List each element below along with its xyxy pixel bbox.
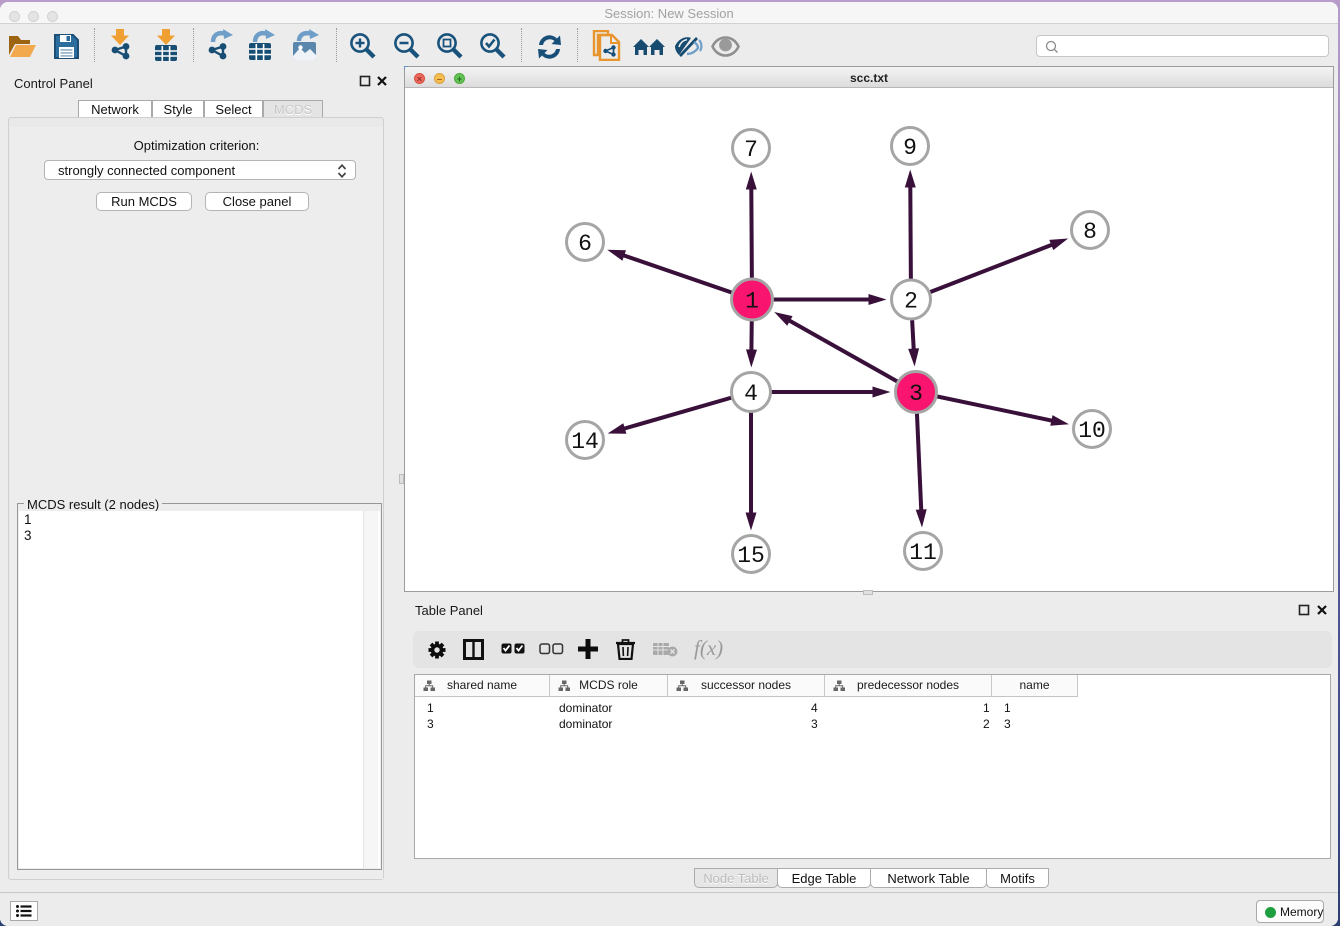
svg-text:6: 6: [578, 231, 592, 257]
svg-text:3: 3: [909, 381, 923, 407]
svg-text:7: 7: [744, 137, 758, 163]
svg-text:11: 11: [909, 540, 937, 566]
svg-text:1: 1: [745, 289, 759, 315]
svg-text:9: 9: [903, 135, 917, 161]
svg-text:10: 10: [1078, 418, 1106, 444]
svg-text:14: 14: [571, 429, 599, 455]
svg-text:2: 2: [904, 289, 918, 315]
svg-text:4: 4: [744, 381, 758, 407]
svg-text:15: 15: [737, 543, 765, 569]
svg-text:8: 8: [1083, 219, 1097, 245]
